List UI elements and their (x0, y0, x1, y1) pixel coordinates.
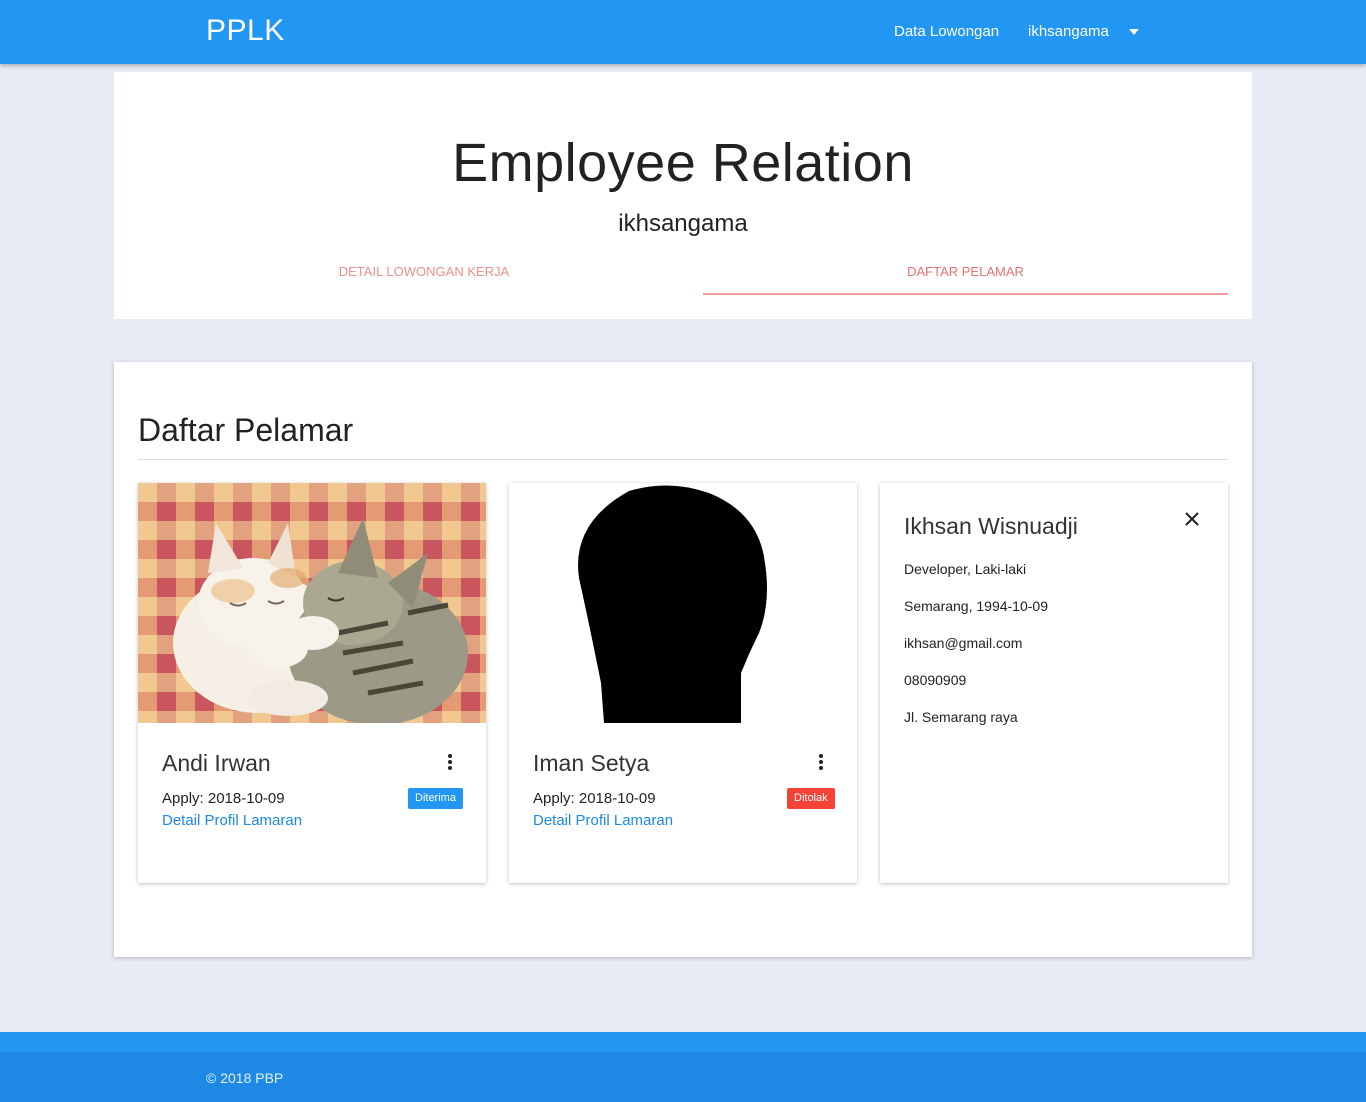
section-title: Daftar Pelamar (138, 412, 354, 448)
applicants-panel: Daftar Pelamar Andi Irwan Apply: 2018-10… (114, 362, 1252, 957)
page-title: Employee Relation (452, 133, 914, 193)
applicant-card: Andi Irwan Apply: 2018-10-09 Diterima De… (138, 483, 486, 883)
footer-copyright-bar: © 2018 PBP (0, 1052, 1366, 1102)
section-divider (138, 459, 1228, 460)
reveal-address: Jl. Semarang raya (904, 709, 1018, 725)
caret-down-icon[interactable] (1129, 29, 1139, 35)
tab-daftar-pelamar[interactable]: DAFTAR PELAMAR (703, 264, 1228, 279)
nav-link-data-lowongan[interactable]: Data Lowongan (894, 23, 999, 40)
status-badge-ditolak: Ditolak (787, 788, 835, 809)
copyright-text: © 2018 PBP (206, 1070, 284, 1086)
page-subtitle: ikhsangama (618, 210, 748, 237)
applicant-photo[interactable] (138, 483, 486, 723)
more-vert-icon[interactable] (816, 754, 826, 774)
nav-user-menu[interactable]: ikhsangama (1028, 23, 1109, 40)
detail-profil-link[interactable]: Detail Profil Lamaran (162, 812, 302, 829)
navbar: PPLK Data Lowongan ikhsangama (0, 0, 1366, 64)
apply-date: Apply: 2018-10-09 (533, 790, 656, 807)
reveal-name: Ikhsan Wisnuadji (904, 513, 1078, 539)
detail-profil-link[interactable]: Detail Profil Lamaran (533, 812, 673, 829)
applicant-photo-placeholder[interactable] (509, 483, 857, 723)
brand-logo[interactable]: PPLK (206, 14, 285, 48)
status-badge-diterima: Diterima (408, 788, 463, 809)
footer: © 2018 PBP (0, 1032, 1366, 1102)
header-card: Employee Relation ikhsangama DETAIL LOWO… (114, 72, 1252, 319)
more-vert-icon[interactable] (445, 754, 455, 774)
reveal-job-gender: Developer, Laki-laki (904, 561, 1027, 577)
applicant-name: Iman Setya (533, 750, 650, 776)
applicant-detail-reveal: Ikhsan Wisnuadji Developer, Laki-laki Se… (880, 483, 1228, 883)
close-icon[interactable] (1182, 509, 1202, 529)
reveal-birth: Semarang, 1994-10-09 (904, 598, 1048, 614)
applicant-card: Iman Setya Apply: 2018-10-09 Ditolak Det… (509, 483, 857, 883)
reveal-phone: 08090909 (904, 672, 967, 688)
apply-date: Apply: 2018-10-09 (162, 790, 285, 807)
active-tab-indicator (703, 293, 1228, 295)
applicant-name: Andi Irwan (162, 750, 271, 776)
reveal-email: ikhsan@gmail.com (904, 635, 1023, 651)
tab-detail-lowongan-kerja[interactable]: DETAIL LOWONGAN KERJA (114, 264, 734, 279)
